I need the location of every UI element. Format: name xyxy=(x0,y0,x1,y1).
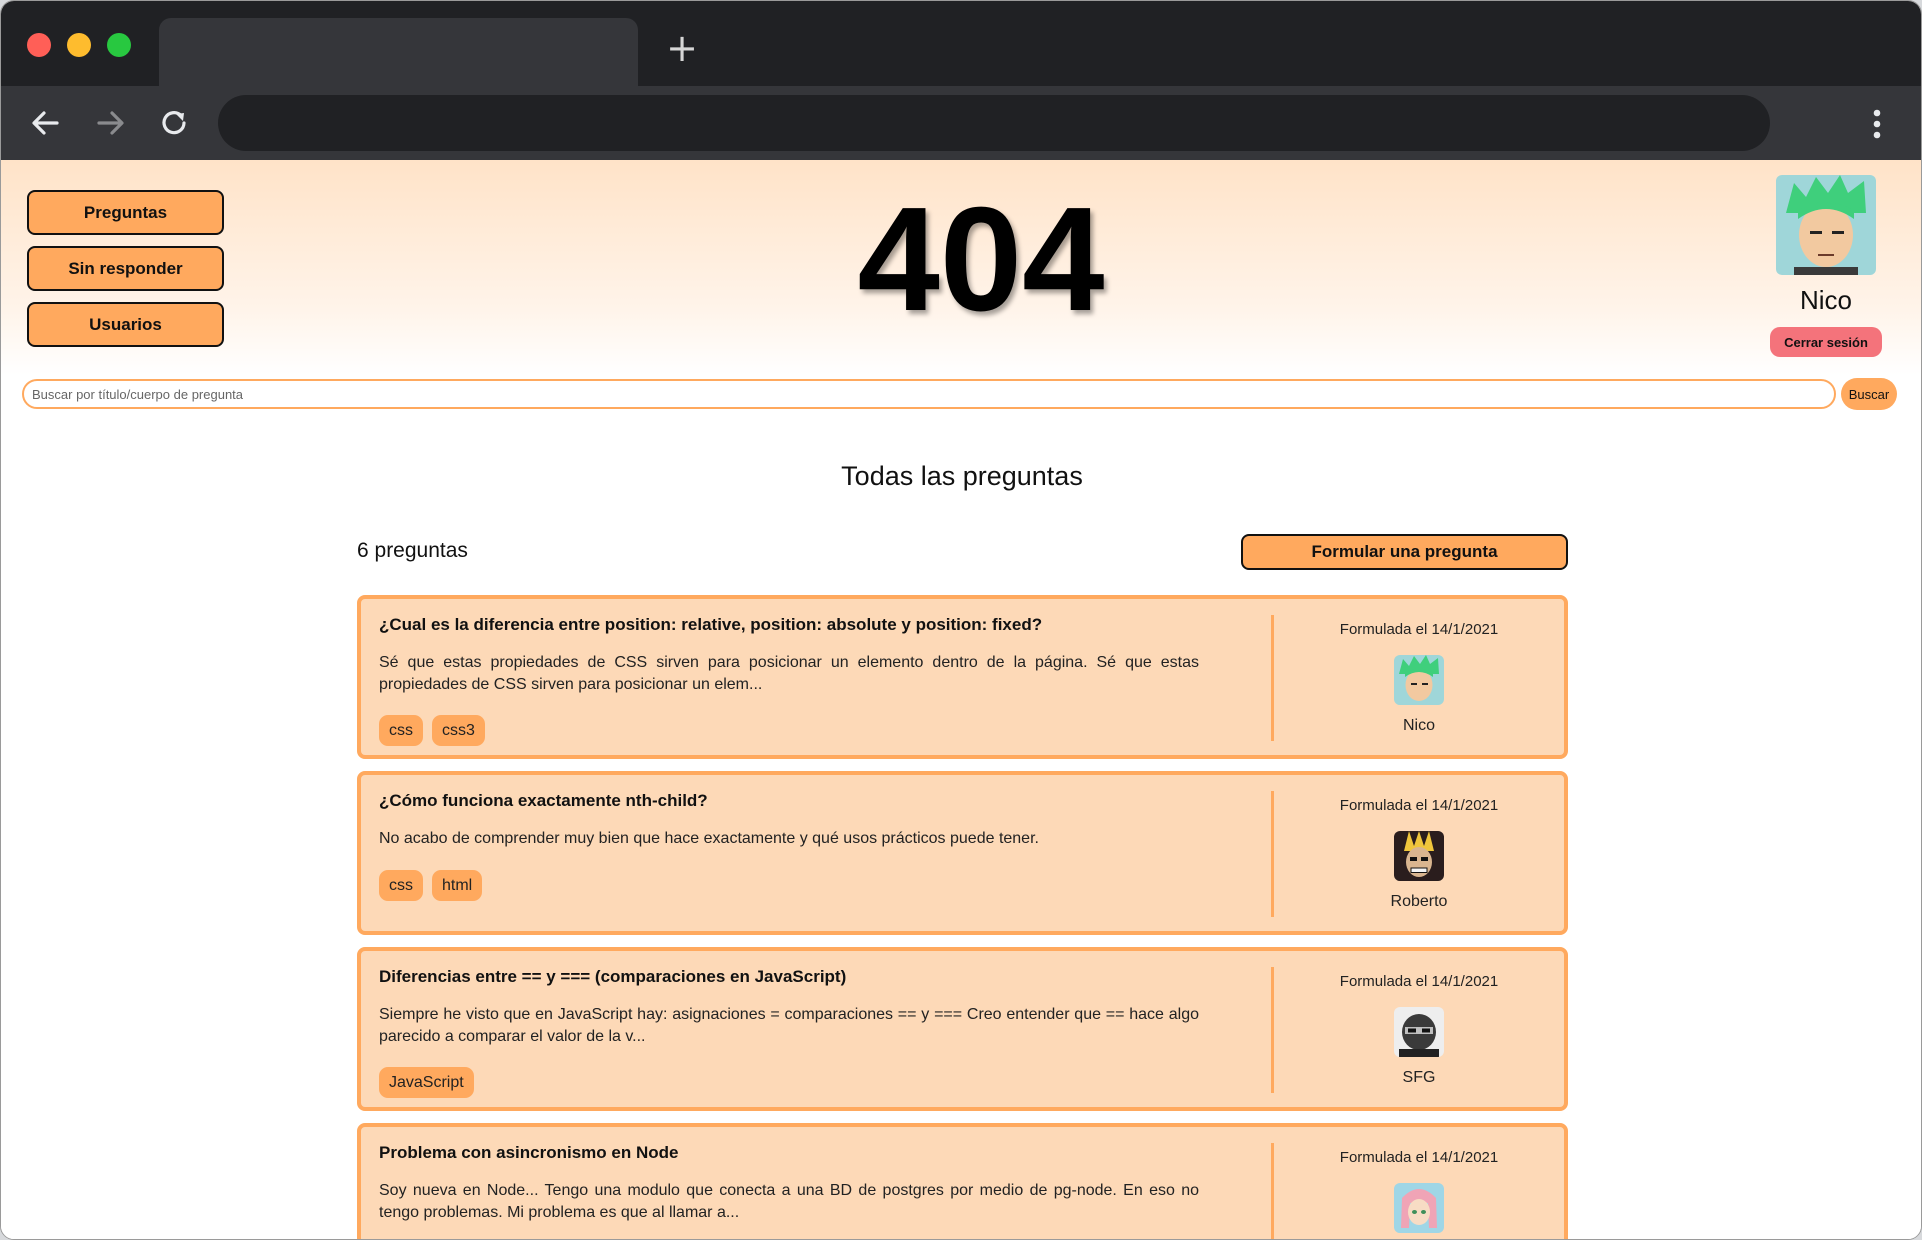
question-excerpt: Soy nueva en Node... Tengo una modulo qu… xyxy=(379,1182,1199,1221)
nav-questions-button[interactable]: Preguntas xyxy=(27,190,224,235)
tag[interactable]: html xyxy=(432,870,483,901)
author-avatar[interactable] xyxy=(1394,655,1444,705)
back-arrow-icon[interactable] xyxy=(27,104,65,142)
question-meta: Formulada el 14/1/2021 SFG xyxy=(1274,951,1564,1107)
question-title[interactable]: ¿Cómo funciona exactamente nth-child? xyxy=(379,791,1219,811)
question-meta: Formulada el 14/1/2021 Roberto xyxy=(1274,775,1564,931)
ask-question-button[interactable]: Formular una pregunta xyxy=(1241,534,1568,570)
user-avatar[interactable] xyxy=(1776,175,1876,275)
logout-button[interactable]: Cerrar sesión xyxy=(1770,327,1882,357)
author-avatar[interactable] xyxy=(1394,831,1444,881)
forward-arrow-icon[interactable] xyxy=(91,104,129,142)
minimize-window-button[interactable] xyxy=(67,33,91,57)
tag[interactable]: css xyxy=(379,870,423,901)
tag[interactable]: css3 xyxy=(432,715,485,746)
browser-toolbar xyxy=(1,86,1921,160)
browser-tab-active[interactable] xyxy=(159,18,638,86)
tag-list: css html xyxy=(379,870,483,901)
question-excerpt: No acabo de comprender muy bien que hace… xyxy=(379,830,1039,847)
page-content: Preguntas Sin responder Usuarios 404 Nic… xyxy=(1,160,1921,1239)
question-excerpt: Sé que estas propiedades de CSS sirven p… xyxy=(379,654,1199,693)
maximize-window-button[interactable] xyxy=(107,33,131,57)
author-name[interactable]: SFG xyxy=(1274,1069,1564,1087)
author-name[interactable]: Nico xyxy=(1274,717,1564,735)
question-count: 6 preguntas xyxy=(357,539,468,562)
tag-list: css css3 xyxy=(379,715,485,746)
nav-users-button[interactable]: Usuarios xyxy=(27,302,224,347)
asked-date: Formulada el 14/1/2021 xyxy=(1339,621,1499,638)
question-title[interactable]: ¿Cual es la diferencia entre position: r… xyxy=(379,615,1219,635)
search-input[interactable] xyxy=(22,379,1836,409)
nav-unanswered-button[interactable]: Sin responder xyxy=(27,246,224,291)
asked-date: Formulada el 14/1/2021 xyxy=(1339,1149,1499,1166)
author-avatar[interactable] xyxy=(1394,1183,1444,1233)
question-meta: Formulada el 14/1/2021 xyxy=(1274,1127,1564,1239)
question-card[interactable]: Diferencias entre == y === (comparacione… xyxy=(357,947,1568,1111)
author-name[interactable]: Roberto xyxy=(1274,893,1564,911)
tag-list: JavaScript xyxy=(379,1067,474,1098)
question-title[interactable]: Diferencias entre == y === (comparacione… xyxy=(379,967,1219,987)
browser-window: + Preguntas Sin responder Usuarios 404 N… xyxy=(0,0,1922,1240)
kebab-menu-icon[interactable] xyxy=(1863,105,1891,143)
asked-date: Formulada el 14/1/2021 xyxy=(1339,973,1499,990)
user-name: Nico xyxy=(1799,285,1852,315)
page-title: Todas las preguntas xyxy=(841,461,1083,491)
tag[interactable]: css xyxy=(379,715,423,746)
close-window-button[interactable] xyxy=(27,33,51,57)
new-tab-icon[interactable]: + xyxy=(665,29,699,67)
address-bar[interactable] xyxy=(218,95,1770,151)
tag[interactable]: JavaScript xyxy=(379,1067,474,1098)
question-meta: Formulada el 14/1/2021 Nico xyxy=(1274,599,1564,755)
question-card[interactable]: ¿Cómo funciona exactamente nth-child? No… xyxy=(357,771,1568,935)
question-card[interactable]: Problema con asincronismo en Node Soy nu… xyxy=(357,1123,1568,1239)
search-button[interactable]: Buscar xyxy=(1841,378,1897,410)
question-title[interactable]: Problema con asincronismo en Node xyxy=(379,1143,1219,1163)
error-code-heading: 404 xyxy=(857,177,1105,342)
reload-icon[interactable] xyxy=(155,104,193,142)
question-excerpt: Siempre he visto que en JavaScript hay: … xyxy=(379,1006,1199,1045)
browser-tab-bar: + xyxy=(1,1,1921,86)
question-card[interactable]: ¿Cual es la diferencia entre position: r… xyxy=(357,595,1568,759)
asked-date: Formulada el 14/1/2021 xyxy=(1339,797,1499,814)
author-avatar[interactable] xyxy=(1394,1007,1444,1057)
